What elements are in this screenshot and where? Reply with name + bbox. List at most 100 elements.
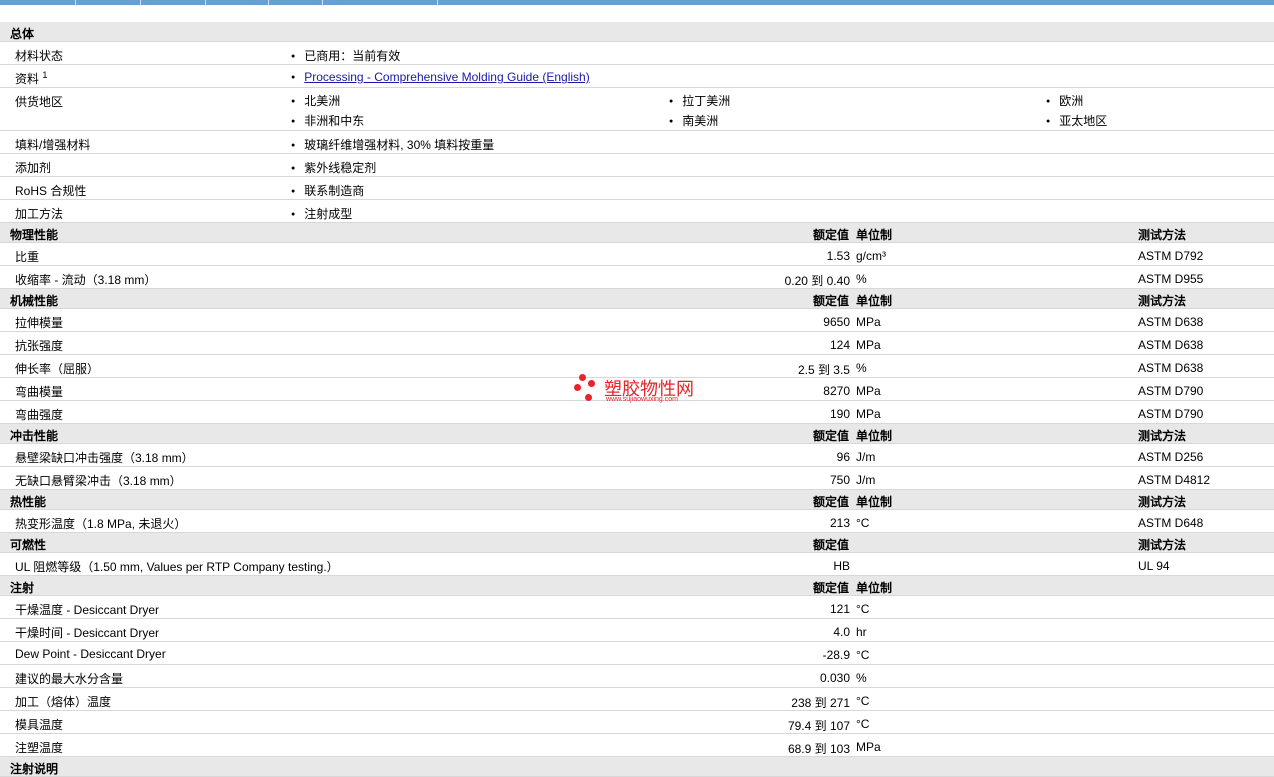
section-header: 注射 额定值 单位制 — [0, 576, 1274, 596]
property-value: 2.5 到 3.5 — [797, 363, 850, 377]
region-item: 非洲和中东 — [291, 112, 364, 129]
row-value: Processing - Comprehensive Molding Guide… — [291, 70, 589, 84]
property-unit: g/cm³ — [856, 249, 886, 263]
property-row: 加工（熔体）温度 238 到 271 °C — [0, 688, 1274, 711]
property-label: 抗张强度 — [15, 339, 64, 353]
section-title: 可燃性 — [10, 538, 47, 552]
property-row: 热变形温度（1.8 MPa, 未退火） 213 °C ASTM D648 — [0, 510, 1274, 533]
header-nominal: 额定值 — [812, 581, 849, 595]
property-label: UL 阻燃等级（1.50 mm, Values per RTP Company … — [15, 560, 339, 574]
property-label: Dew Point - Desiccant Dryer — [15, 647, 166, 661]
property-unit: % — [856, 361, 867, 375]
header-unit: 单位制 — [856, 429, 893, 443]
section-header: 热性能 额定值 单位制 测试方法 — [0, 490, 1274, 510]
property-label: 收缩率 - 流动（3.18 mm） — [15, 273, 157, 287]
property-test-method: ASTM D638 — [1138, 361, 1204, 375]
property-test-method: ASTM D955 — [1138, 272, 1204, 286]
watermark-url: www.sujiaowuxing.com — [606, 396, 678, 403]
header-nominal: 额定值 — [812, 294, 849, 308]
property-row: 无缺口悬臂梁冲击（3.18 mm） 750 J/m ASTM D4812 — [0, 467, 1274, 490]
property-row: 比重 1.53 g/cm³ ASTM D792 — [0, 243, 1274, 266]
row-additive: 添加剂 紫外线稳定剂 — [0, 154, 1274, 177]
row-label: 加工方法 — [15, 207, 64, 221]
property-label: 无缺口悬臂梁冲击（3.18 mm） — [15, 474, 182, 488]
section-title: 总体 — [10, 27, 35, 41]
row-value: 已商用：当前有效 — [291, 47, 400, 64]
row-regions: 供货地区 北美洲 拉丁美洲 欧洲 非洲和中东 南美洲 亚太地区 — [0, 88, 1274, 131]
property-value: 96 — [836, 450, 850, 464]
row-label: 供货地区 — [15, 95, 64, 109]
property-unit: MPa — [856, 407, 881, 421]
header-test-method: 测试方法 — [1138, 294, 1187, 308]
property-unit: MPa — [856, 338, 881, 352]
top-nav-bar — [0, 0, 1274, 5]
property-value: -28.9 — [822, 648, 850, 662]
region-item: 北美洲 — [291, 92, 340, 109]
property-label: 模具温度 — [15, 718, 64, 732]
property-test-method: ASTM D256 — [1138, 450, 1204, 464]
header-unit: 单位制 — [856, 294, 893, 308]
row-label: 资料 1 — [15, 70, 48, 86]
property-unit: hr — [856, 625, 867, 639]
property-row: 收缩率 - 流动（3.18 mm） 0.20 到 0.40% ASTM D955 — [0, 266, 1274, 289]
header-test-method: 测试方法 — [1138, 429, 1187, 443]
section-title: 注射说明 — [10, 762, 59, 776]
property-row: 拉伸模量 9650 MPa ASTM D638 — [0, 309, 1274, 332]
property-unit: % — [856, 671, 867, 685]
property-value: 238 到 271 — [791, 696, 850, 710]
header-nominal: 额定值 — [812, 538, 849, 552]
property-label: 比重 — [15, 250, 40, 264]
row-label: RoHS 合规性 — [15, 184, 87, 198]
property-sections: 物理性能 额定值 单位制 测试方法 比重 1.53 g/cm³ ASTM D792 收缩率 - … — [0, 223, 1274, 777]
property-test-method: ASTM D792 — [1138, 249, 1204, 263]
property-label: 加工（熔体）温度 — [15, 695, 112, 709]
region-item: 拉丁美洲 — [669, 92, 730, 109]
property-unit: °C — [856, 717, 870, 731]
section-title: 热性能 — [10, 495, 47, 509]
property-row: 建议的最大水分含量 0.030% — [0, 665, 1274, 688]
property-test-method: ASTM D638 — [1138, 315, 1204, 329]
row-material-status: 材料状态 已商用：当前有效 — [0, 42, 1274, 65]
section-header: 注射说明 — [0, 757, 1274, 777]
row-label: 材料状态 — [15, 49, 64, 63]
property-unit: J/m — [856, 473, 876, 487]
header-unit: 单位制 — [856, 228, 893, 242]
property-unit: MPa — [856, 384, 881, 398]
row-filler: 填料/增强材料 玻璃纤维增强材料, 30% 填料按重量 — [0, 131, 1274, 154]
property-label: 拉伸模量 — [15, 316, 64, 330]
header-test-method: 测试方法 — [1138, 228, 1187, 242]
molding-guide-link[interactable]: Processing - Comprehensive Molding Guide… — [304, 70, 589, 84]
section-title: 物理性能 — [10, 228, 59, 242]
section-header: 可燃性 额定值 测试方法 — [0, 533, 1274, 553]
property-value: 4.0 — [833, 625, 850, 639]
property-value: 68.9 到 103 — [787, 742, 850, 756]
property-value: 750 — [829, 473, 850, 487]
header-unit: 单位制 — [856, 581, 893, 595]
row-documents: 资料 1 Processing - Comprehensive Molding … — [0, 65, 1274, 88]
property-value: 0.030 — [819, 671, 850, 685]
property-row: 悬壁梁缺口冲击强度（3.18 mm） 96 J/m ASTM D256 — [0, 444, 1274, 467]
property-value: HB — [833, 559, 850, 573]
property-unit: °C — [856, 602, 870, 616]
property-value: 8270 — [823, 384, 850, 398]
property-label: 弯曲强度 — [15, 408, 64, 422]
region-item: 亚太地区 — [1046, 112, 1107, 129]
row-value: 注射成型 — [291, 205, 352, 222]
section-header: 机械性能 额定值 单位制 测试方法 — [0, 289, 1274, 309]
row-value: 玻璃纤维增强材料, 30% 填料按重量 — [291, 136, 494, 153]
property-test-method: ASTM D638 — [1138, 338, 1204, 352]
property-unit: MPa — [856, 740, 881, 754]
property-row: Dew Point - Desiccant Dryer -28.9 °C — [0, 642, 1274, 665]
property-unit: MPa — [856, 315, 881, 329]
property-value: 213 — [829, 516, 850, 530]
region-item: 欧洲 — [1046, 92, 1083, 109]
property-label: 干燥时间 - Desiccant Dryer — [15, 626, 160, 640]
header-test-method: 测试方法 — [1138, 538, 1187, 552]
property-test-method: UL 94 — [1138, 559, 1170, 573]
row-value: 联系制造商 — [291, 182, 364, 199]
property-row: 干燥时间 - Desiccant Dryer 4.0 hr — [0, 619, 1274, 642]
property-test-method: ASTM D4812 — [1138, 473, 1211, 487]
section-general-header: 总体 — [0, 22, 1274, 42]
header-nominal: 额定值 — [812, 429, 849, 443]
property-unit: °C — [856, 648, 870, 662]
